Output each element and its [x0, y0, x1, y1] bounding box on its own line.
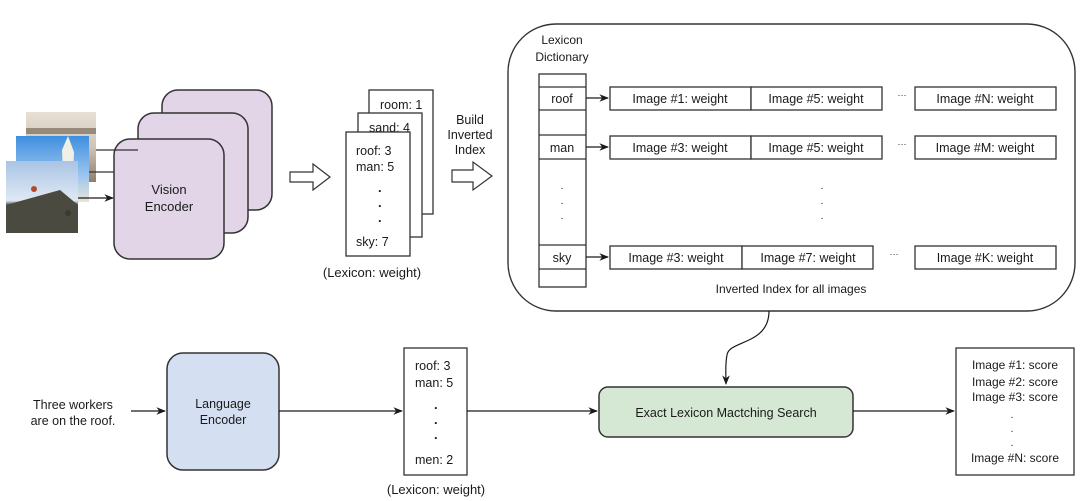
- result-item-3: Image #3: score: [972, 390, 1058, 404]
- index-to-search-arrow: [722, 310, 770, 385]
- dictionary-title-2: Dictionary: [535, 50, 588, 64]
- vision-encoder-label-2: Encoder: [145, 199, 194, 214]
- posting-sky-last: Image #K: weight: [937, 251, 1034, 265]
- vision-encoder-stack: Vision Encoder: [113, 89, 273, 260]
- dictionary-term-man: man: [550, 141, 574, 155]
- lexicon-card-front-line1: roof: 3: [356, 144, 391, 158]
- posting-dot-2: .: [821, 196, 824, 207]
- language-encoder-label-1: Language: [195, 397, 251, 411]
- posting-sky-ellipsis: ···: [890, 249, 899, 259]
- image-lexicon-caption: (Lexicon: weight): [323, 265, 421, 280]
- dictionary-term-roof: roof: [551, 92, 573, 106]
- query-text-line2: are on the roof.: [31, 414, 116, 428]
- posting-roof-last: Image #N: weight: [936, 92, 1034, 106]
- query-lexicon-line1: roof: 3: [415, 359, 450, 373]
- query-lexicon-line2: man: 5: [415, 376, 453, 390]
- vision-encoder-label-1: Vision: [151, 182, 186, 197]
- result-item-1: Image #1: score: [972, 358, 1058, 372]
- posting-man-1: Image #3: weight: [632, 141, 728, 155]
- posting-man-last: Image #M: weight: [936, 141, 1035, 155]
- language-encoder: [166, 352, 280, 471]
- lexicon-card-front-last: sky: 7: [356, 235, 389, 249]
- dictionary-dot-3: .: [561, 211, 564, 222]
- lexicon-card-front-dot3: .: [378, 210, 382, 225]
- posting-roof-1: Image #1: weight: [632, 92, 728, 106]
- input-image-stack: [6, 112, 96, 233]
- lexicon-card-back-text: room: 1: [380, 98, 422, 112]
- build-index-label-2: Inverted: [447, 128, 492, 142]
- query-lexicon-last: men: 2: [415, 453, 453, 467]
- dictionary-title-1: Lexicon: [541, 33, 582, 47]
- posting-roof-ellipsis: ···: [898, 90, 907, 100]
- result-dot-3: .: [1011, 438, 1014, 449]
- search-label: Exact Lexicon Mactching Search: [635, 406, 816, 420]
- result-item-2: Image #2: score: [972, 375, 1058, 389]
- result-dot-1: .: [1011, 410, 1014, 421]
- lexicon-dictionary: roof man . . . sky: [538, 73, 587, 288]
- posting-sky-1: Image #3: weight: [628, 251, 724, 265]
- build-index-label-1: Build: [456, 113, 484, 127]
- diagram-canvas: Vision Encoder room: 1 sand: 4 roof: 3 m…: [6, 23, 1076, 497]
- posting-list-roof: Image #1: weight Image #5: weight ··· Im…: [586, 86, 1057, 111]
- lexicon-card-front-dot1: .: [378, 180, 382, 195]
- posting-man-ellipsis: ···: [898, 139, 907, 149]
- query-lexicon-dot1: .: [434, 397, 438, 412]
- dictionary-dot-2: .: [561, 196, 564, 207]
- language-encoder-label-2: Encoder: [200, 413, 247, 427]
- result-item-last: Image #N: score: [971, 451, 1059, 465]
- result-dot-2: .: [1011, 424, 1014, 435]
- posting-list-man: Image #3: weight Image #5: weight ··· Im…: [586, 135, 1057, 160]
- posting-sky-2: Image #7: weight: [760, 251, 856, 265]
- hollow-arrow-build-index: [451, 160, 494, 192]
- query-text-line1: Three workers: [33, 398, 113, 412]
- lexicon-card-front-line2: man: 5: [356, 160, 394, 174]
- inverted-index-caption: Inverted Index for all images: [716, 282, 867, 296]
- dictionary-term-sky: sky: [553, 251, 573, 265]
- query-lexicon-dot2: .: [434, 412, 438, 427]
- posting-man-2: Image #5: weight: [768, 141, 864, 155]
- query-lexicon-dot3: .: [434, 427, 438, 442]
- image-lexicon-cards: room: 1 sand: 4 roof: 3 man: 5 . . . sky…: [323, 89, 434, 280]
- query-lexicon-caption: (Lexicon: weight): [387, 482, 485, 497]
- posting-dot-3: .: [821, 211, 824, 222]
- build-index-label-3: Index: [455, 143, 486, 157]
- posting-list-sky: Image #3: weight Image #7: weight ··· Im…: [586, 245, 1057, 270]
- lexicon-card-front-dot2: .: [378, 195, 382, 210]
- posting-dot-1: .: [821, 181, 824, 192]
- hollow-arrow-encoder-to-lexicon: [289, 162, 331, 192]
- dictionary-dot-1: .: [561, 181, 564, 192]
- posting-roof-2: Image #5: weight: [768, 92, 864, 106]
